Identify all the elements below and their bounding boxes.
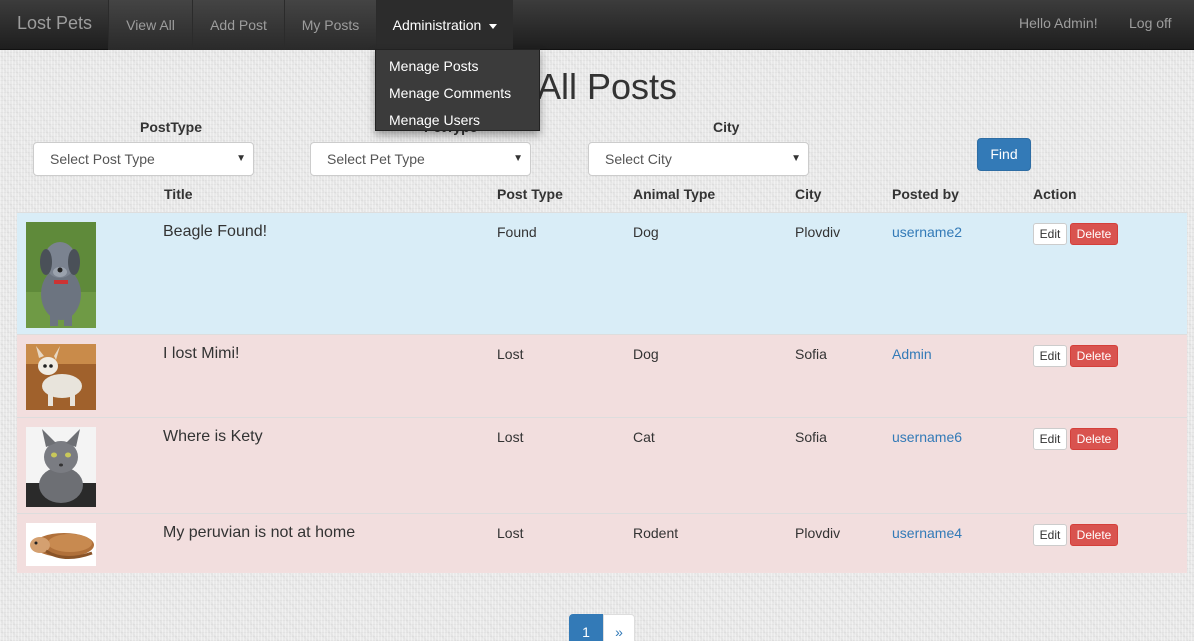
- navbar: Lost Pets View All Add Post My Posts Adm…: [0, 0, 1194, 50]
- nav-view-all[interactable]: View All: [108, 0, 192, 50]
- row-title[interactable]: My peruvian is not at home: [163, 524, 355, 542]
- pagination-page-1[interactable]: 1: [569, 614, 603, 641]
- row-animal-type: Dog: [633, 346, 659, 362]
- edit-button[interactable]: Edit: [1033, 345, 1067, 367]
- header-city: City: [795, 186, 822, 202]
- row-posted-by-link[interactable]: username2: [892, 224, 962, 240]
- pagination-next[interactable]: »: [603, 614, 635, 641]
- row-post-type: Lost: [497, 429, 524, 445]
- menu-item-manage-comments[interactable]: Menage Comments: [376, 80, 539, 107]
- row-post-type: Found: [497, 224, 537, 240]
- table-row: Beagle Found! Found Dog Plovdiv username…: [17, 212, 1187, 334]
- row-posted-by-link[interactable]: Admin: [892, 346, 932, 362]
- select-arrow-icon: ▼: [236, 153, 246, 164]
- post-type-select[interactable]: Select Post Type ▼: [33, 142, 254, 176]
- header-action: Action: [1033, 186, 1077, 202]
- post-type-filter-label: PostType: [140, 119, 202, 135]
- nav-view-all-label: View All: [126, 17, 175, 33]
- edit-button[interactable]: Edit: [1033, 524, 1067, 546]
- chihuahua-photo[interactable]: [26, 344, 96, 410]
- city-select-value: Select City: [605, 151, 672, 167]
- table-row: I lost Mimi! Lost Dog Sofia Admin Edit D…: [17, 334, 1187, 417]
- select-arrow-icon: ▼: [513, 153, 523, 164]
- row-posted-by-link[interactable]: username4: [892, 525, 962, 541]
- row-post-type: Lost: [497, 525, 524, 541]
- row-post-type: Lost: [497, 346, 524, 362]
- table-row: Where is Kety Lost Cat Sofia username6 E…: [17, 417, 1187, 513]
- admin-dropdown-menu: Menage Posts Menage Comments Menage User…: [375, 49, 540, 131]
- edit-button[interactable]: Edit: [1033, 428, 1067, 450]
- header-posted-by: Posted by: [892, 186, 959, 202]
- row-animal-type: Cat: [633, 429, 655, 445]
- menu-item-manage-users[interactable]: Menage Users: [376, 107, 539, 134]
- post-type-select-value: Select Post Type: [50, 151, 155, 167]
- delete-button[interactable]: Delete: [1070, 428, 1118, 450]
- pet-type-select-value: Select Pet Type: [327, 151, 425, 167]
- header-title: Title: [164, 186, 193, 202]
- row-city: Plovdiv: [795, 525, 841, 541]
- caret-down-icon: [489, 23, 498, 29]
- nav-administration[interactable]: Administration: [376, 0, 513, 50]
- menu-item-manage-posts[interactable]: Menage Posts: [376, 53, 539, 80]
- row-city: Sofia: [795, 346, 827, 362]
- grey-puppy-photo[interactable]: [26, 222, 96, 328]
- row-animal-type: Dog: [633, 224, 659, 240]
- nav-administration-label: Administration: [392, 17, 482, 33]
- row-title[interactable]: Where is Kety: [163, 428, 263, 446]
- brand-link[interactable]: Lost Pets: [17, 13, 92, 34]
- nav-my-posts[interactable]: My Posts: [284, 0, 376, 50]
- header-animal-type: Animal Type: [633, 186, 716, 202]
- delete-button[interactable]: Delete: [1070, 524, 1118, 546]
- header-post-type: Post Type: [497, 186, 563, 202]
- page-title: All Posts: [537, 66, 678, 107]
- row-posted-by-link[interactable]: username6: [892, 429, 962, 445]
- delete-button[interactable]: Delete: [1070, 223, 1118, 245]
- guinea-pig-photo[interactable]: [26, 523, 96, 566]
- nav-add-post-label: Add Post: [210, 17, 267, 33]
- edit-button[interactable]: Edit: [1033, 223, 1067, 245]
- find-button[interactable]: Find: [977, 138, 1031, 171]
- row-city: Plovdiv: [795, 224, 841, 240]
- select-arrow-icon: ▼: [791, 153, 801, 164]
- city-select[interactable]: Select City ▼: [588, 142, 809, 176]
- table-row: My peruvian is not at home Lost Rodent P…: [17, 513, 1187, 573]
- nav-add-post[interactable]: Add Post: [192, 0, 284, 50]
- delete-button[interactable]: Delete: [1070, 345, 1118, 367]
- pet-type-select[interactable]: Select Pet Type ▼: [310, 142, 531, 176]
- row-title[interactable]: I lost Mimi!: [163, 345, 239, 363]
- nav-my-posts-label: My Posts: [301, 17, 360, 33]
- row-city: Sofia: [795, 429, 827, 445]
- grey-cat-photo[interactable]: [26, 427, 96, 507]
- greeting-link[interactable]: Hello Admin!: [1019, 0, 1098, 50]
- city-filter-label: City: [713, 119, 740, 135]
- row-title[interactable]: Beagle Found!: [163, 223, 267, 241]
- row-animal-type: Rodent: [633, 525, 679, 541]
- logoff-link[interactable]: Log off: [1129, 0, 1172, 50]
